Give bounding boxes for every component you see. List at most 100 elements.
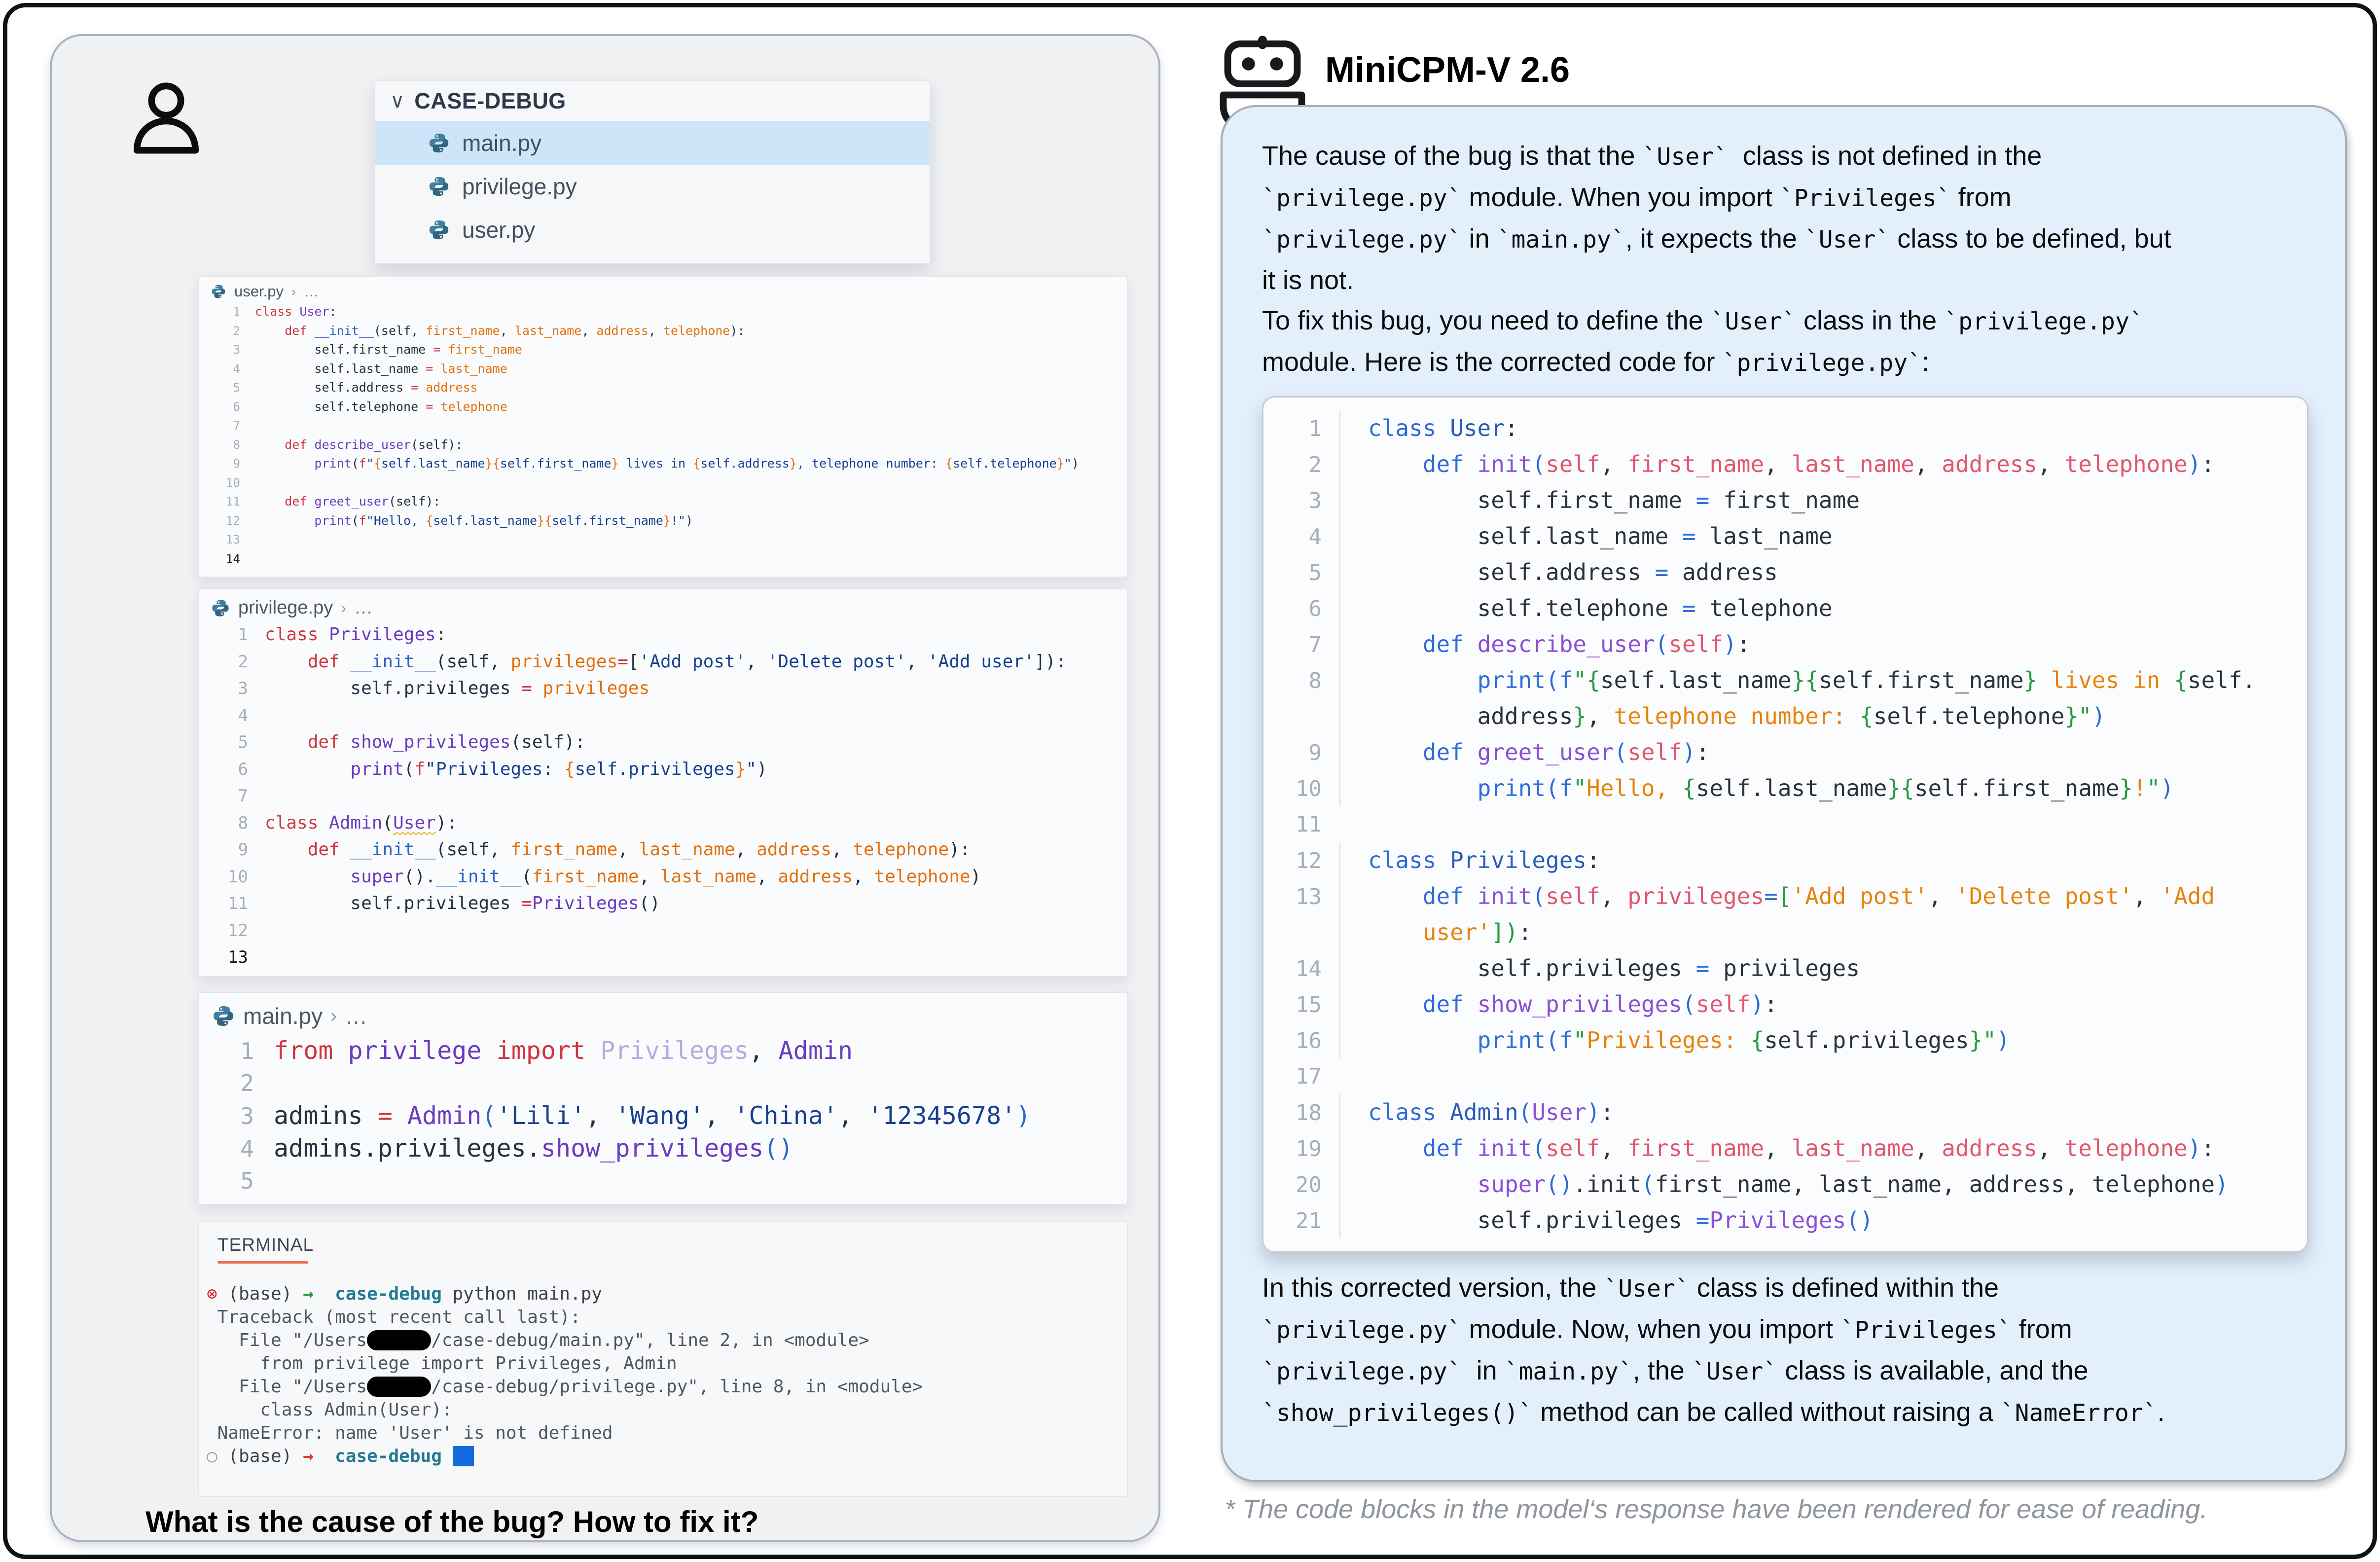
- code-line: address}, telephone number: {self.teleph…: [1263, 698, 2307, 734]
- file-label: user.py: [462, 217, 535, 243]
- python-icon: [211, 598, 230, 618]
- code-line: 3 self.first_name = first_name: [199, 340, 1127, 360]
- terminal-line: NameError: name 'User' is not defined: [207, 1421, 1127, 1445]
- explorer-root-row[interactable]: ∨ CASE-DEBUG: [375, 81, 930, 121]
- editor-main-py: main.py › … 1from privilege import Privi…: [198, 992, 1128, 1205]
- line-number: 8: [1263, 663, 1322, 699]
- filename: main.py: [243, 1003, 323, 1029]
- code-line: 2 def __init__(self, privileges=['Add po…: [199, 649, 1127, 676]
- code-line: 14: [199, 549, 1127, 569]
- line-number: 21: [1263, 1203, 1322, 1239]
- explorer-root-label: CASE-DEBUG: [414, 88, 566, 114]
- code-line: 11: [1263, 806, 2307, 842]
- line-number: 15: [1263, 987, 1322, 1023]
- code-line: 12: [199, 917, 1127, 944]
- file-item-main-py[interactable]: main.py: [375, 121, 930, 165]
- line-number: 1: [199, 1035, 274, 1067]
- line-number: 9: [199, 454, 255, 473]
- code-line: 21 self.privileges =Privileges(): [1263, 1202, 2307, 1238]
- line-number: 8: [199, 810, 265, 837]
- code-line: 13 def init(self, privileges=['Add post'…: [1263, 878, 2307, 914]
- breadcrumb-separator-icon: ›: [341, 599, 346, 617]
- ellipsis-icon: …: [345, 1003, 367, 1029]
- terminal-panel[interactable]: TERMINAL ⊗ (base) → case-debug python ma…: [198, 1221, 1128, 1497]
- ellipsis-icon: …: [354, 597, 373, 618]
- code-line: 20 super().init(first_name, last_name, a…: [1263, 1166, 2307, 1202]
- file-explorer: ∨ CASE-DEBUG main.py privilege.py user.p…: [374, 80, 931, 264]
- editor-breadcrumb: privilege.py › …: [199, 589, 1127, 621]
- code-line: 19 def init(self, first_name, last_name,…: [1263, 1130, 2307, 1166]
- terminal-output[interactable]: ⊗ (base) → case-debug python main.py Tra…: [207, 1282, 1127, 1468]
- breadcrumb-separator-icon: ›: [291, 284, 296, 299]
- line-number: 4: [199, 702, 265, 729]
- code-line: 5 self.address = address: [1263, 554, 2307, 590]
- line-number: 14: [199, 549, 255, 569]
- line-number: 1: [199, 621, 265, 649]
- editor-privilege-py: privilege.py › … 1class Privileges:2 def…: [198, 588, 1128, 977]
- line-number: 11: [199, 492, 255, 511]
- code-line: 4 self.last_name = last_name: [1263, 518, 2307, 554]
- paragraph-line: `show_privileges()` method can be called…: [1262, 1392, 2306, 1433]
- paragraph-line: module. Here is the corrected code for `…: [1262, 342, 2306, 383]
- terminal-line: File "/Users /case-debug/privilege.py", …: [207, 1375, 1127, 1398]
- code-line: 4admins.privileges.show_privileges(): [199, 1132, 1127, 1164]
- line-number: 6: [199, 756, 265, 783]
- code-line: 10: [199, 473, 1127, 493]
- line-number: 17: [1263, 1058, 1322, 1094]
- terminal-line: File "/Users /case-debug/main.py", line …: [207, 1329, 1127, 1352]
- terminal-tab[interactable]: TERMINAL: [217, 1235, 314, 1255]
- file-item-privilege-py[interactable]: privilege.py: [375, 165, 930, 208]
- line-number: 8: [199, 436, 255, 455]
- paragraph-line: `privilege.py` module. Now, when you imp…: [1262, 1309, 2306, 1350]
- line-number: 14: [1263, 951, 1322, 987]
- line-number: 12: [199, 917, 265, 944]
- line-number: 13: [1263, 879, 1322, 915]
- code-line: 17: [1263, 1058, 2307, 1094]
- line-number: 5: [1263, 555, 1322, 591]
- code-area[interactable]: 1class User:2 def __init__(self, first_n…: [199, 302, 1127, 568]
- terminal-line: from privilege import Privileges, Admin: [207, 1352, 1127, 1375]
- model-name: MiniCPM-V 2.6: [1325, 50, 1570, 90]
- line-number: 5: [199, 1164, 274, 1197]
- line-number: 3: [199, 340, 255, 360]
- code-line: 1class User:: [199, 302, 1127, 322]
- line-number: 19: [1263, 1131, 1322, 1167]
- line-number: 5: [199, 729, 265, 756]
- ellipsis-icon: …: [304, 283, 319, 300]
- paragraph-line: To fix this bug, you need to define the …: [1262, 300, 2306, 342]
- code-area[interactable]: 1class Privileges:2 def __init__(self, p…: [199, 621, 1127, 971]
- file-label: privilege.py: [462, 173, 577, 200]
- code-area[interactable]: 1from privilege import Privileges, Admin…: [199, 1034, 1127, 1197]
- code-line: 14 self.privileges = privileges: [1263, 950, 2307, 986]
- code-line: 9 def __init__(self, first_name, last_na…: [199, 836, 1127, 864]
- code-line: 6 print(f"Privileges: {self.privileges}"…: [199, 756, 1127, 783]
- line-number: 9: [1263, 735, 1322, 771]
- line-number: 5: [199, 378, 255, 398]
- response-paragraph-1: The cause of the bug is that the `User` …: [1262, 136, 2306, 383]
- line-number: 9: [199, 836, 265, 864]
- line-number: 10: [1263, 771, 1322, 807]
- code-line: 5: [199, 1164, 1127, 1197]
- line-number: 10: [199, 473, 255, 493]
- code-line: 1from privilege import Privileges, Admin: [199, 1034, 1127, 1067]
- code-line: 18class Admin(User):: [1263, 1094, 2307, 1130]
- paragraph-line: In this corrected version, the `User` cl…: [1262, 1268, 2306, 1309]
- file-item-user-py[interactable]: user.py: [375, 208, 930, 252]
- code-line: 2: [199, 1067, 1127, 1099]
- python-icon: [428, 132, 450, 154]
- code-line: 5 self.address = address: [199, 378, 1127, 398]
- question-text: What is the cause of the bug? How to fix…: [145, 1505, 758, 1539]
- terminal-line: ⊗ (base) → case-debug python main.py: [207, 1282, 1127, 1306]
- line-number: 13: [199, 944, 265, 971]
- line-number: 1: [1263, 411, 1322, 447]
- line-number: 2: [199, 322, 255, 341]
- code-line: 9 def greet_user(self):: [1263, 734, 2307, 770]
- line-number: 20: [1263, 1167, 1322, 1203]
- paragraph-line: `privilege.py` module. When you import `…: [1262, 177, 2306, 218]
- line-number: 2: [199, 649, 265, 676]
- code-line: 13: [199, 530, 1127, 549]
- python-icon: [428, 175, 450, 198]
- code-line: 7: [199, 783, 1127, 810]
- chevron-down-icon[interactable]: ∨: [390, 90, 404, 112]
- code-line: 9 print(f"{self.last_name}{self.first_na…: [199, 454, 1127, 473]
